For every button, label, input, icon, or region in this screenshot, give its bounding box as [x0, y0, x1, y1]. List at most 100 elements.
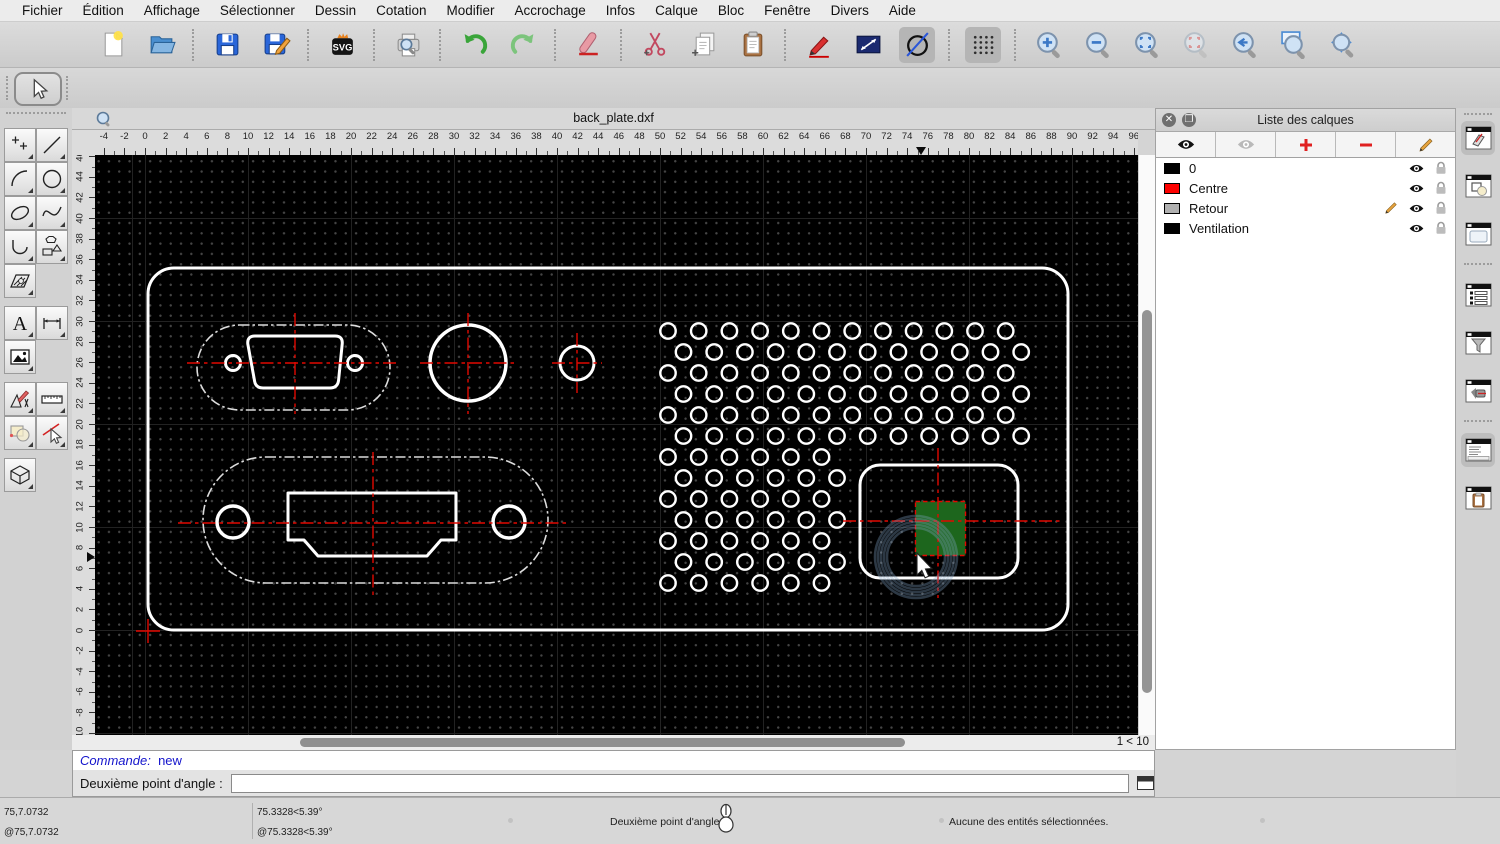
ventilation-hole[interactable]: [674, 343, 693, 361]
print-preview-button[interactable]: [390, 27, 426, 63]
ventilation-hole[interactable]: [674, 469, 693, 487]
toolbar-handle[interactable]: [6, 76, 10, 100]
ventilation-hole[interactable]: [996, 364, 1015, 382]
ventilation-hole[interactable]: [996, 322, 1015, 340]
hdmi-connector[interactable]: [286, 491, 458, 558]
ventilation-hole[interactable]: [689, 574, 708, 592]
close-panel-button[interactable]: ✕: [1162, 113, 1176, 127]
zoom-auto-button[interactable]: [1129, 27, 1165, 63]
ellipse-tool-button[interactable]: [4, 196, 36, 230]
export-svg-button[interactable]: SVG: [324, 27, 360, 63]
ventilation-hole[interactable]: [659, 532, 677, 550]
ventilation-hole[interactable]: [981, 385, 1000, 403]
ventilation-hole[interactable]: [720, 406, 739, 424]
layer-lock-icon[interactable]: [1435, 201, 1447, 215]
vertical-scrollbar[interactable]: [1138, 155, 1155, 735]
toggle-layer-list-button[interactable]: [1461, 121, 1495, 155]
ventilation-hole[interactable]: [828, 469, 846, 487]
ventilation-hole[interactable]: [736, 511, 754, 529]
text-tool-button[interactable]: A: [4, 306, 36, 340]
ventilation-hole[interactable]: [720, 448, 739, 466]
ventilation-hole[interactable]: [889, 343, 908, 361]
dimension-tool-button[interactable]: [36, 306, 68, 340]
ventilation-hole[interactable]: [889, 427, 908, 445]
toggle-command-line-button[interactable]: [1461, 433, 1495, 467]
ventilation-hole[interactable]: [966, 406, 984, 424]
ventilation-hole[interactable]: [797, 343, 816, 361]
ventilation-hole[interactable]: [781, 364, 800, 382]
delete-entity-button[interactable]: [571, 27, 607, 63]
ventilation-hole[interactable]: [904, 406, 923, 424]
ventilation-hole[interactable]: [828, 427, 846, 445]
ventilation-hole[interactable]: [812, 574, 831, 592]
zoom-pan-button[interactable]: [1325, 27, 1361, 63]
points-tool-button[interactable]: [4, 128, 36, 162]
ventilation-hole[interactable]: [1012, 343, 1031, 361]
ventilation-hole[interactable]: [874, 406, 892, 424]
toggle-block-list-button[interactable]: [1461, 169, 1495, 203]
ventilation-hole[interactable]: [751, 322, 769, 340]
ventilation-hole[interactable]: [950, 343, 969, 361]
ventilation-hole[interactable]: [781, 532, 800, 550]
show-all-layers-button[interactable]: [1156, 132, 1216, 157]
ventilation-hole[interactable]: [858, 385, 877, 403]
ventilation-hole[interactable]: [736, 427, 754, 445]
ventilation-hole[interactable]: [766, 343, 785, 361]
menu-affichage[interactable]: Affichage: [134, 0, 210, 22]
menu-dessin[interactable]: Dessin: [305, 0, 366, 22]
layer-row-ventilation[interactable]: Ventilation: [1156, 218, 1455, 238]
arc-tool-button[interactable]: [4, 162, 36, 196]
draw-pencil-button[interactable]: [801, 27, 837, 63]
layer-lock-icon[interactable]: [1435, 181, 1447, 195]
cut-button[interactable]: [637, 27, 673, 63]
zoom-out-button[interactable]: [1080, 27, 1116, 63]
layer-row-centre[interactable]: Centre: [1156, 178, 1455, 198]
remove-layer-button[interactable]: [1336, 132, 1396, 157]
ventilation-hole[interactable]: [966, 322, 984, 340]
open-file-button[interactable]: [143, 27, 179, 63]
ventilation-hole[interactable]: [736, 343, 754, 361]
menu-divers[interactable]: Divers: [821, 0, 879, 22]
ventilation-hole[interactable]: [950, 427, 969, 445]
ventilation-hole[interactable]: [689, 490, 708, 508]
horizontal-scrollbar[interactable]: 1 < 10: [72, 735, 1155, 750]
layer-row-retour[interactable]: Retour: [1156, 198, 1455, 218]
ventilation-hole[interactable]: [705, 385, 724, 403]
toggle-library-browser-button[interactable]: [1461, 217, 1495, 251]
ventilation-hole[interactable]: [720, 490, 739, 508]
zoom-selection-button[interactable]: [1178, 27, 1214, 63]
ventilation-hole[interactable]: [674, 553, 693, 571]
ventilation-hole[interactable]: [751, 364, 769, 382]
ventilation-hole[interactable]: [1012, 385, 1031, 403]
ventilation-hole[interactable]: [659, 406, 677, 424]
ventilation-hole[interactable]: [766, 511, 785, 529]
save-button[interactable]: [209, 27, 245, 63]
ventilation-hole[interactable]: [781, 406, 800, 424]
hdmi-screw-left[interactable]: [215, 504, 251, 540]
cube-3d-tool-button[interactable]: [4, 458, 36, 492]
toggle-entity-list-button[interactable]: [1461, 278, 1495, 312]
keyboard-toggle-button[interactable]: [1136, 776, 1154, 791]
ventilation-hole[interactable]: [720, 574, 739, 592]
ventilation-hole[interactable]: [751, 448, 769, 466]
edit-layer-button[interactable]: [1396, 132, 1455, 157]
hide-all-layers-button[interactable]: [1216, 132, 1276, 157]
ventilation-hole[interactable]: [659, 322, 677, 340]
ventilation-hole[interactable]: [843, 322, 862, 340]
ventilation-hole[interactable]: [659, 490, 677, 508]
ventilation-hole[interactable]: [874, 364, 892, 382]
ventilation-hole[interactable]: [720, 364, 739, 382]
toggle-clipboard-panel-button[interactable]: [1461, 481, 1495, 515]
ventilation-hole[interactable]: [797, 469, 816, 487]
layer-visible-icon[interactable]: [1408, 183, 1425, 194]
ventilation-hole[interactable]: [950, 385, 969, 403]
circle-tool-button[interactable]: [36, 162, 68, 196]
ventilation-hole[interactable]: [751, 406, 769, 424]
ventilation-hole[interactable]: [751, 490, 769, 508]
ventilation-hole[interactable]: [935, 406, 954, 424]
ventilation-hole[interactable]: [674, 385, 693, 403]
horizontal-scrollbar-thumb[interactable]: [300, 738, 905, 747]
ventilation-hole[interactable]: [828, 553, 846, 571]
ventilation-hole[interactable]: [889, 385, 908, 403]
toolbar-handle[interactable]: [66, 76, 70, 100]
